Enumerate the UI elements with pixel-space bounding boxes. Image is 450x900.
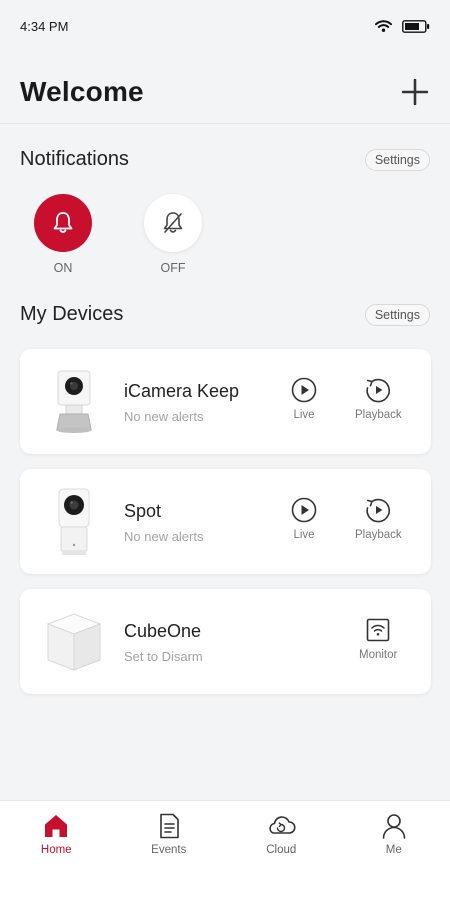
device-name: iCamera Keep [124,381,240,401]
cubeone-image [42,607,106,677]
nav-cloud[interactable]: Cloud [225,801,338,900]
nav-home[interactable]: Home [0,801,113,900]
nav-cloud-label: Cloud [266,844,297,856]
play-icon [291,497,317,523]
notifications-off-toggle[interactable]: OFF [144,194,202,275]
live-button[interactable]: Live [291,497,317,541]
nav-me-label: Me [385,844,402,856]
device-status: No new alerts [124,409,204,424]
bell-off-icon [163,212,183,233]
devices-settings-button[interactable]: Settings [364,303,430,326]
header: Welcome [0,60,450,124]
home-icon [45,815,68,837]
cloud-icon [269,816,296,834]
notification-toggles: ON OFF [34,194,202,275]
add-button[interactable] [400,77,430,107]
playback-label: Playback [355,529,402,541]
notifications-on-toggle[interactable]: ON [34,194,92,275]
notifications-header: Notifications Settings [0,148,450,171]
device-status: Set to Disarm [124,649,203,664]
live-label: Live [293,529,315,541]
live-button[interactable]: Live [291,377,317,421]
device-card-spot[interactable]: Spot No new alerts Live Playback [20,469,431,574]
playback-button[interactable]: Playback [355,377,402,421]
device-name: Spot [124,501,162,521]
monitor-button[interactable]: Monitor [359,617,397,661]
playback-button[interactable]: Playback [355,497,402,541]
bell-icon [53,212,73,233]
spot-camera-image [46,487,102,557]
user-icon [382,814,406,839]
battery-icon [402,19,430,33]
status-bar: 4:34 PM [0,0,450,52]
devices-header: My Devices Settings [0,303,450,326]
live-label: Live [293,409,315,421]
notifications-title: Notifications [20,148,129,170]
nav-events[interactable]: Events [113,801,226,900]
events-icon [159,813,179,839]
device-card-icamera-keep[interactable]: iCamera Keep No new alerts Live Playback [20,349,431,454]
playback-icon [366,498,391,523]
notifications-on-button[interactable] [34,194,92,252]
devices-title: My Devices [20,303,124,325]
wifi-icon [375,20,392,32]
status-time: 4:34 PM [20,18,69,34]
device-card-cubeone[interactable]: CubeOne Set to Disarm Monitor [20,589,431,694]
plus-icon [402,78,428,105]
notifications-settings-button[interactable]: Settings [364,148,430,171]
play-icon [291,377,317,403]
nav-events-label: Events [151,844,187,856]
page-title: Welcome [20,75,144,107]
icamera-keep-image [46,367,102,437]
device-name: CubeOne [124,621,202,641]
playback-label: Playback [355,409,402,421]
nav-me[interactable]: Me [338,801,450,900]
bottom-nav: Home Events Cloud Me [0,800,450,900]
status-icons [375,19,430,33]
notifications-off-button[interactable] [144,194,202,252]
notifications-on-label: ON [53,261,73,275]
monitor-label: Monitor [359,649,398,661]
nav-home-label: Home [40,844,72,856]
playback-icon [366,378,391,403]
monitor-wifi-icon [366,618,390,642]
device-status: No new alerts [124,529,204,544]
notifications-off-label: OFF [160,261,186,275]
